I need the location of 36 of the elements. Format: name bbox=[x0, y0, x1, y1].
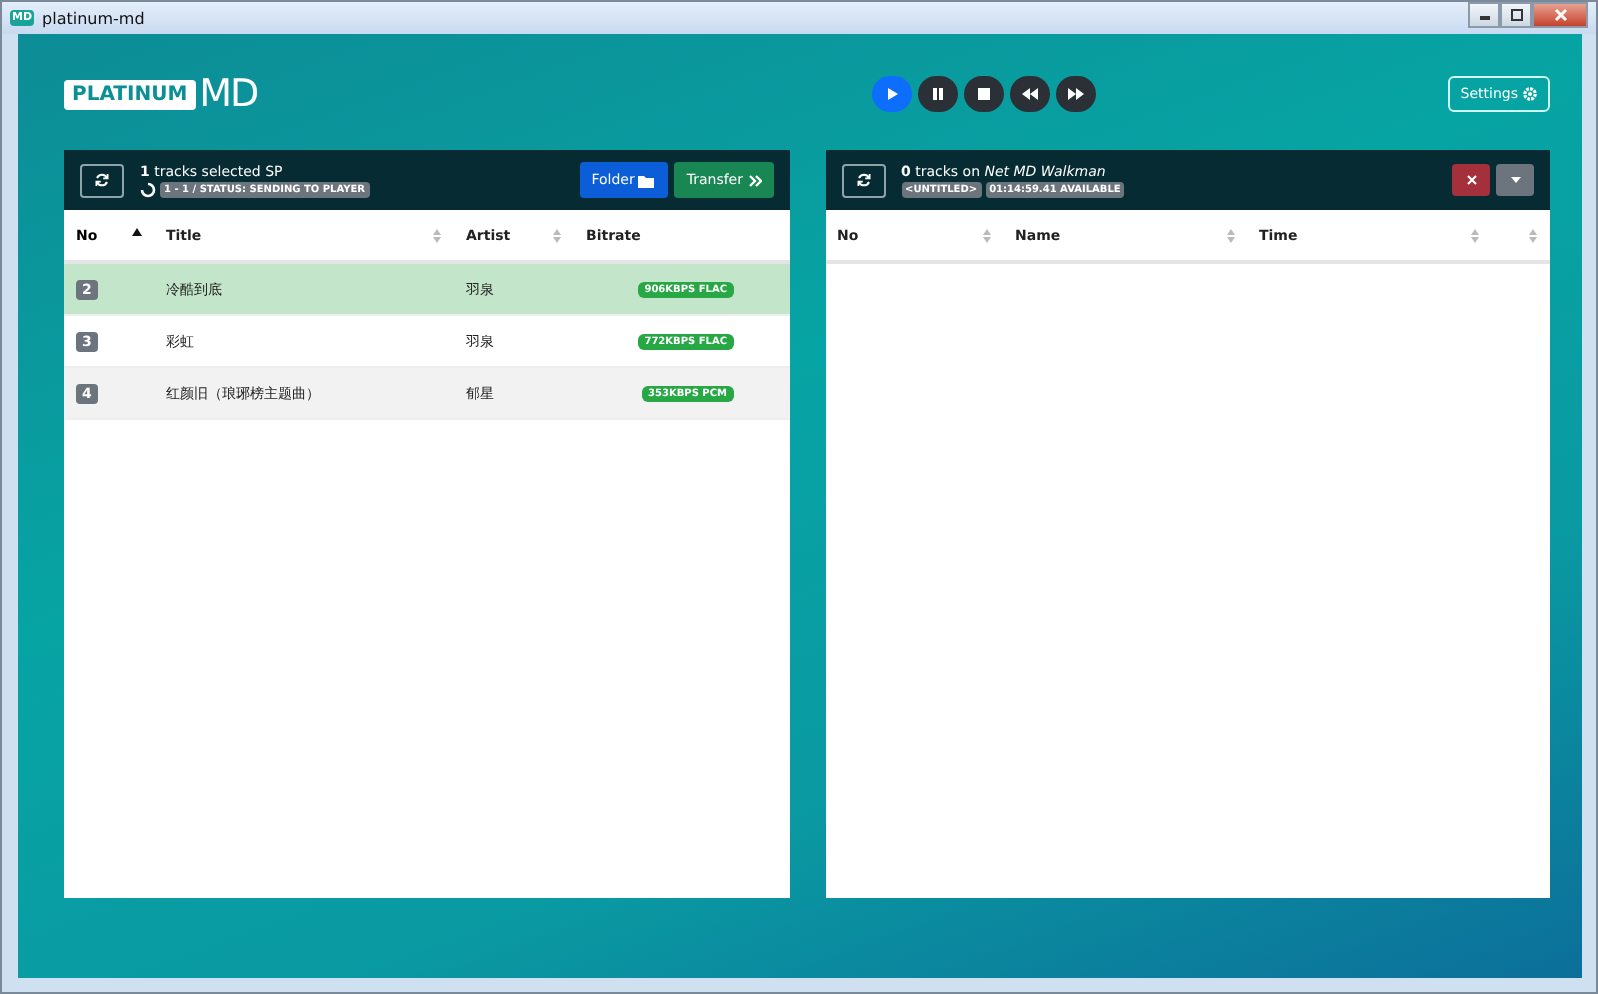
minimize-button[interactable] bbox=[1468, 2, 1500, 28]
refresh-button[interactable] bbox=[80, 163, 124, 197]
double-chevron-icon bbox=[747, 173, 761, 187]
stop-button[interactable] bbox=[964, 76, 1004, 112]
play-button[interactable] bbox=[872, 76, 912, 112]
rewind-icon bbox=[1020, 84, 1040, 104]
close-button[interactable] bbox=[1532, 2, 1588, 28]
play-icon bbox=[882, 84, 902, 104]
settings-icon bbox=[1522, 86, 1538, 102]
sort-icon bbox=[981, 227, 991, 243]
logo-mark: MD bbox=[199, 74, 258, 114]
refresh-button[interactable] bbox=[841, 163, 885, 197]
folder-icon bbox=[638, 173, 657, 187]
delete-button[interactable] bbox=[1452, 164, 1490, 196]
sort-icon bbox=[1225, 227, 1235, 243]
stop-icon bbox=[974, 84, 994, 104]
logo-badge: PLATINUM bbox=[64, 79, 196, 109]
refresh-icon bbox=[855, 172, 871, 188]
spinner-icon bbox=[140, 181, 156, 197]
close-icon bbox=[1553, 8, 1567, 22]
sort-icon bbox=[1528, 227, 1538, 243]
maximize-button[interactable] bbox=[1500, 2, 1532, 28]
fast-forward-button[interactable] bbox=[1056, 76, 1096, 112]
dropdown-button[interactable] bbox=[1496, 164, 1534, 196]
refresh-icon bbox=[94, 172, 110, 188]
maximize-icon bbox=[1509, 8, 1523, 22]
sort-icon bbox=[1469, 227, 1479, 243]
sort-icon bbox=[432, 227, 442, 243]
rewind-button[interactable] bbox=[1010, 76, 1050, 112]
caret-icon bbox=[1509, 176, 1521, 184]
sort-icon bbox=[552, 227, 562, 243]
pause-button[interactable] bbox=[918, 76, 958, 112]
close-icon bbox=[1465, 174, 1477, 186]
pause-icon bbox=[928, 84, 948, 104]
window-title: platinum-md bbox=[42, 9, 147, 27]
fast-forward-icon bbox=[1066, 84, 1086, 104]
